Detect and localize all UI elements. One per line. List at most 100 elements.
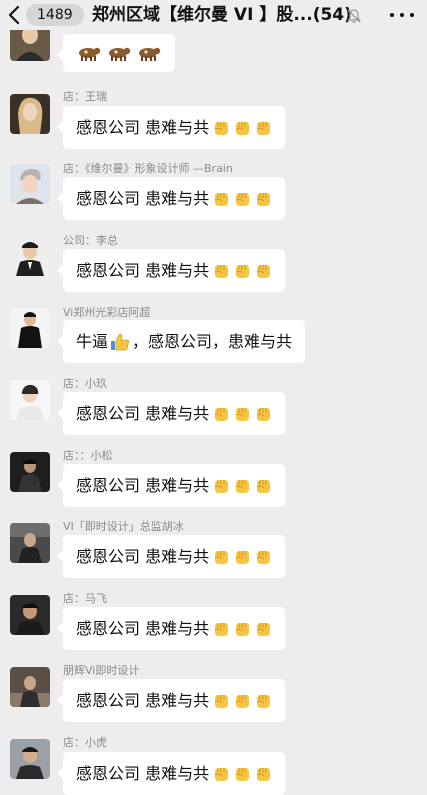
fist-icon (256, 622, 271, 636)
avatar-image (10, 308, 50, 348)
message-text: 感恩公司 患难与共 (76, 404, 210, 423)
fist-icon (235, 622, 250, 636)
fist-icon (214, 192, 229, 206)
message-text: 感恩公司 患难与共 (76, 691, 210, 710)
avatar[interactable] (10, 523, 50, 563)
message-bubble[interactable]: 牛逼 ，感恩公司，患难与共 (56, 320, 306, 363)
avatar[interactable] (10, 452, 50, 492)
message-bubble[interactable]: 感恩公司 患难与共 (56, 464, 286, 507)
fist-icon (214, 767, 229, 781)
fist-icon (214, 121, 229, 135)
fist-icon (256, 694, 271, 708)
avatar[interactable] (10, 236, 50, 276)
message-text-after: ，感恩公司，患难与共 (132, 332, 293, 351)
chat-header: 1489 郑州区域【维尔曼 VI 】股...(54) (0, 0, 427, 30)
avatar[interactable] (10, 94, 50, 134)
chat-title[interactable]: 郑州区域【维尔曼 VI 】股...(54) (92, 3, 350, 27)
fist-emoji-group (212, 405, 272, 423)
sender-name: 店：小虎 (63, 736, 107, 749)
avatar-image (10, 164, 50, 204)
avatar-image (10, 380, 50, 420)
fist-icon (235, 121, 250, 135)
fist-emoji-group (212, 262, 272, 280)
avatar[interactable] (10, 595, 50, 635)
message-text-before: 牛逼 (76, 332, 109, 351)
fist-emoji-group (212, 620, 272, 638)
back-button[interactable] (4, 2, 24, 28)
avatar[interactable] (10, 308, 50, 348)
fist-icon (214, 622, 229, 636)
sender-name: Vi郑州光彩店阿超 (63, 306, 151, 319)
fist-emoji-group (212, 548, 272, 566)
sender-name: 店：马飞 (63, 592, 107, 605)
sender-name: VI「即时设计」总监胡冰 (63, 520, 184, 533)
fist-icon (256, 550, 271, 564)
message-bubble[interactable]: 感恩公司 患难与共 (56, 177, 286, 220)
avatar-image (10, 595, 50, 635)
fist-icon (256, 767, 271, 781)
avatar[interactable] (10, 667, 50, 707)
cow-icon (139, 47, 161, 61)
message-bubble[interactable] (57, 34, 175, 72)
dot-icon (400, 13, 404, 17)
group-name: 郑州区域【维尔曼 VI 】股... (92, 5, 313, 25)
fist-emoji-group (212, 119, 272, 137)
fist-icon (235, 407, 250, 421)
fist-icon (235, 550, 250, 564)
more-options-button[interactable] (390, 4, 414, 26)
message-text: 感恩公司 患难与共 (76, 619, 210, 638)
message-bubble[interactable]: 感恩公司 患难与共 (56, 535, 286, 578)
mute-bell-icon (347, 9, 361, 23)
fist-icon (214, 407, 229, 421)
avatar-image (10, 667, 50, 707)
fist-icon (256, 479, 271, 493)
dot-icon (410, 13, 414, 17)
fist-icon (214, 694, 229, 708)
message-bubble[interactable]: 感恩公司 患难与共 (56, 106, 286, 149)
cow-icon (109, 47, 131, 61)
fist-icon (214, 550, 229, 564)
avatar-image (10, 452, 50, 492)
sender-name: 朋辉Vi即时设计 (63, 664, 140, 677)
fist-icon (256, 192, 271, 206)
message-bubble[interactable]: 感恩公司 患难与共 (56, 392, 286, 435)
sender-name: 店：王瑞 (63, 90, 107, 103)
avatar[interactable] (10, 380, 50, 420)
sender-name: 店：小玖 (63, 377, 107, 390)
message-text: 感恩公司 患难与共 (76, 118, 210, 137)
message-bubble[interactable]: 感恩公司 患难与共 (56, 249, 286, 292)
avatar[interactable] (10, 739, 50, 779)
fist-icon (256, 121, 271, 135)
sender-name: 店：《维尔曼》形象设计师 —Brain (63, 162, 233, 175)
sender-name: 店：：小松 (63, 449, 113, 462)
fist-emoji-group (212, 765, 272, 783)
avatar-image (10, 739, 50, 779)
unread-count-badge[interactable]: 1489 (26, 4, 84, 26)
message-text: 感恩公司 患难与共 (76, 189, 210, 208)
fist-emoji-group (212, 692, 272, 710)
cow-icon (79, 47, 101, 61)
fist-icon (214, 264, 229, 278)
avatar-image (10, 523, 50, 563)
sender-name: 公司：李总 (63, 234, 118, 247)
message-bubble[interactable]: 感恩公司 患难与共 (56, 752, 286, 795)
fist-icon (235, 694, 250, 708)
fist-emoji-group (212, 477, 272, 495)
message-text: 感恩公司 患难与共 (76, 261, 210, 280)
fist-icon (235, 192, 250, 206)
message-bubble[interactable]: 感恩公司 患难与共 (56, 679, 286, 722)
message-text: 感恩公司 患难与共 (76, 764, 210, 783)
fist-icon (235, 767, 250, 781)
message-text: 感恩公司 患难与共 (76, 476, 210, 495)
avatar[interactable] (10, 164, 50, 204)
fist-icon (235, 264, 250, 278)
fist-icon (256, 407, 271, 421)
chevron-left-icon (8, 5, 20, 25)
thumbs-up-icon (111, 333, 130, 350)
cow-emoji-group (76, 44, 162, 62)
message-bubble[interactable]: 感恩公司 患难与共 (56, 607, 286, 650)
fist-icon (214, 479, 229, 493)
avatar-image (10, 236, 50, 276)
dot-icon (390, 13, 394, 17)
message-text: 感恩公司 患难与共 (76, 547, 210, 566)
